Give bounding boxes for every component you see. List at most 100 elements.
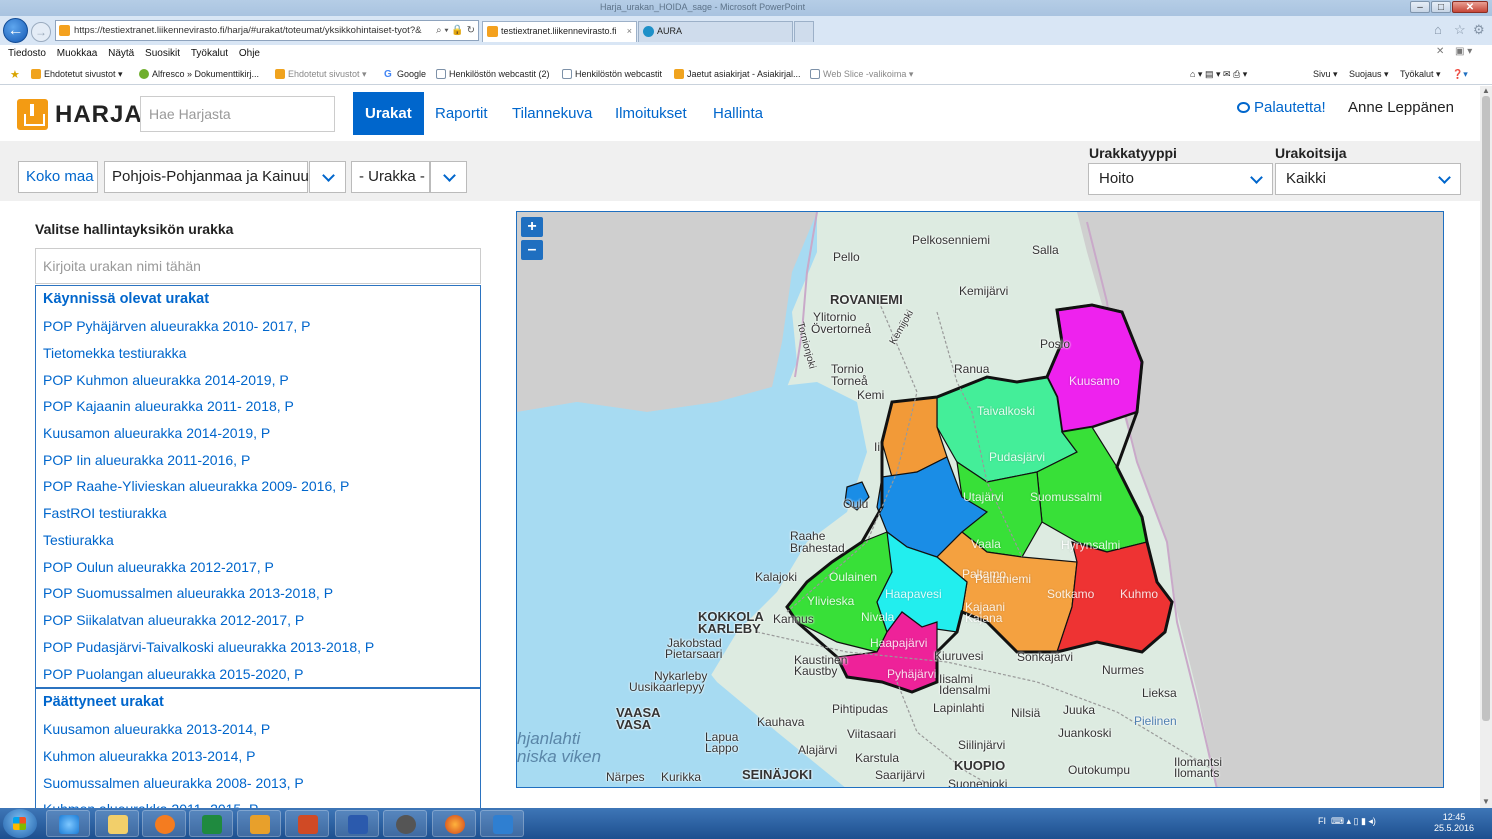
urakka-selector[interactable]: - Urakka -: [351, 161, 430, 193]
taskbar-explorer-icon[interactable]: [95, 810, 139, 837]
list-item[interactable]: POP Oulun alueurakka 2012-2017, P: [43, 559, 274, 575]
list-item[interactable]: Testiurakka: [43, 532, 114, 548]
list-item[interactable]: Suomussalmen alueurakka 2008- 2013, P: [43, 775, 304, 791]
map-label: Kajana: [965, 611, 1003, 625]
settings-gear-icon[interactable]: ⚙: [1473, 22, 1485, 38]
taskbar-firefox-icon[interactable]: [432, 810, 476, 837]
zoom-in-button[interactable]: +: [521, 217, 543, 237]
menu-file[interactable]: Tiedosto: [8, 45, 46, 62]
home-toolbar-icon[interactable]: ⌂ ▾ ▤ ▾ ✉ ⎙ ▾: [1190, 69, 1247, 80]
start-button-icon[interactable]: [3, 809, 37, 838]
taskbar-lync-icon[interactable]: [480, 810, 524, 837]
nav-tab-raportit[interactable]: Raportit: [423, 92, 500, 135]
urakkatyyppi-select[interactable]: Hoito: [1088, 163, 1273, 195]
running-contracts-header: Käynnissä olevat urakat: [43, 291, 210, 307]
minimize-button[interactable]: –: [1410, 1, 1430, 13]
fav-shared-docs[interactable]: Jaetut asiakirjat - Asiakirjal...: [674, 69, 801, 80]
list-item[interactable]: Kuusamon alueurakka 2014-2019, P: [43, 425, 270, 441]
cmd-safety[interactable]: Suojaus ▾: [1349, 69, 1389, 80]
list-item[interactable]: POP Iin alueurakka 2011-2016, P: [43, 452, 250, 468]
app-header: HARJA Urakat Raportit Tilannekuva Ilmoit…: [0, 86, 1480, 141]
zoom-out-button[interactable]: –: [521, 240, 543, 260]
close-window-button[interactable]: ✕: [1452, 1, 1488, 13]
fav-suggested-sites-2[interactable]: Ehdotetut sivustot ▾: [275, 69, 367, 80]
list-item[interactable]: POP Suomussalmen alueurakka 2013-2018, P: [43, 585, 333, 601]
map-label: Paltaniemi: [975, 572, 1032, 586]
region-selector[interactable]: Pohjois-Pohjanmaa ja Kainuu: [104, 161, 309, 193]
fav-web-slice[interactable]: Web Slice -valikoima ▾: [810, 69, 913, 80]
map-label: Sotkamo: [1047, 587, 1095, 601]
help-icon[interactable]: ❓▾: [1452, 69, 1468, 80]
nav-tab-tilannekuva[interactable]: Tilannekuva: [500, 92, 604, 135]
urakka-chevron-down-icon[interactable]: [430, 161, 467, 193]
taskbar-word-icon[interactable]: [335, 810, 379, 837]
nav-tab-hallinta[interactable]: Hallinta: [701, 92, 775, 135]
urakoitsija-select[interactable]: Kaikki: [1275, 163, 1461, 195]
list-item[interactable]: Kuusamon alueurakka 2013-2014, P: [43, 721, 270, 737]
maximize-button[interactable]: □: [1431, 1, 1451, 13]
cmd-page[interactable]: Sivu ▾: [1313, 69, 1338, 80]
list-item[interactable]: POP Pudasjärvi-Taivalkoski alueurakka 20…: [43, 639, 374, 655]
map-view[interactable]: + – Pelkosenniemi Salla Pello ROVANIEMI …: [516, 211, 1444, 788]
taskbar-app-icon[interactable]: [383, 810, 427, 837]
favorites-star-icon[interactable]: ★: [10, 68, 20, 81]
cmd-tools[interactable]: Työkalut ▾: [1400, 69, 1441, 80]
fav-webcasts[interactable]: Henkilöstön webcastit: [562, 69, 662, 80]
harja-logo-text[interactable]: HARJA: [55, 101, 143, 129]
forward-button[interactable]: →: [31, 22, 51, 42]
fav-alfresco[interactable]: Alfresco » Dokumenttikirj...: [139, 69, 259, 80]
taskbar-media-icon[interactable]: [142, 810, 186, 837]
scrollbar-thumb[interactable]: [1482, 96, 1490, 721]
map-label: Oulu: [843, 497, 869, 511]
list-item[interactable]: Kuhmon alueurakka 2013-2014, P: [43, 748, 255, 764]
list-item[interactable]: Tietomekka testiurakka: [43, 345, 186, 361]
list-item[interactable]: FastROI testiurakka: [43, 505, 167, 521]
region-chevron-down-icon[interactable]: [309, 161, 346, 193]
home-icon[interactable]: ⌂: [1434, 22, 1442, 37]
taskbar-outlook-icon[interactable]: [237, 810, 281, 837]
scroll-up-icon[interactable]: ▲: [1482, 86, 1490, 95]
harja-logo-icon[interactable]: [17, 99, 48, 130]
nav-tab-urakat[interactable]: Urakat: [353, 92, 424, 135]
system-tray[interactable]: FI ⌨ ▴ ▯ ▮ ◂): [1318, 816, 1376, 827]
fav-webcasts-2[interactable]: Henkilöstön webcastit (2): [436, 69, 550, 80]
nav-tab-ilmoitukset[interactable]: Ilmoitukset: [603, 92, 699, 135]
ended-contracts-group: Päättyneet urakat Kuusamon alueurakka 20…: [35, 688, 481, 818]
menu-favorites[interactable]: Suosikit: [145, 45, 180, 62]
list-item[interactable]: POP Kajaanin alueurakka 2011- 2018, P: [43, 398, 294, 414]
back-button[interactable]: ←: [3, 18, 28, 43]
list-item[interactable]: POP Kuhmon alueurakka 2014-2019, P: [43, 372, 289, 388]
menu-help[interactable]: Ohje: [239, 45, 260, 62]
taskbar-clock[interactable]: 12:45 25.5.2016: [1434, 812, 1474, 834]
list-item[interactable]: POP Pyhäjärven alueurakka 2010- 2017, P: [43, 318, 310, 334]
favorites-star-icon[interactable]: ☆: [1454, 22, 1466, 38]
web-slice-icon: [810, 69, 820, 79]
fav-google[interactable]: G Google: [384, 69, 426, 80]
taskbar-ie-icon[interactable]: [46, 810, 90, 837]
scroll-down-icon[interactable]: ▼: [1482, 797, 1490, 806]
menu-tools[interactable]: Työkalut: [191, 45, 228, 62]
harja-search-input[interactable]: [140, 96, 335, 132]
map-label: Suomussalmi: [1030, 490, 1103, 504]
urakka-search-input[interactable]: [35, 248, 481, 284]
list-item[interactable]: POP Siikalatvan alueurakka 2012-2017, P: [43, 612, 304, 628]
fav-suggested-sites[interactable]: Ehdotetut sivustot ▾: [31, 69, 123, 80]
menu-view[interactable]: Näytä: [108, 45, 134, 62]
convert-icon[interactable]: ▣ ▾: [1455, 46, 1472, 57]
list-item[interactable]: POP Puolangan alueurakka 2015-2020, P: [43, 666, 304, 682]
address-controls-icon[interactable]: ⌕ ▾ 🔒 ↻: [433, 21, 475, 40]
taskbar-powerpoint-icon[interactable]: [285, 810, 329, 837]
close-tab-icon[interactable]: ×: [627, 22, 632, 41]
taskbar-excel-icon[interactable]: [189, 810, 233, 837]
new-tab-button[interactable]: [794, 21, 814, 42]
menu-edit[interactable]: Muokkaa: [57, 45, 98, 62]
koko-maa-button[interactable]: Koko maa: [18, 161, 98, 193]
address-bar[interactable]: https://testiextranet.liikennevirasto.fi…: [55, 20, 479, 41]
close-menu-icon[interactable]: ✕: [1436, 46, 1444, 57]
list-item[interactable]: POP Raahe-Ylivieskan alueurakka 2009- 20…: [43, 478, 349, 494]
page-scrollbar[interactable]: ▲ ▼: [1480, 86, 1492, 808]
browser-tab-aura[interactable]: AURA: [638, 21, 793, 42]
user-name[interactable]: Anne Leppänen: [1348, 99, 1454, 116]
feedback-link[interactable]: Palautetta!: [1237, 99, 1326, 116]
browser-tab-harja[interactable]: testiextranet.liikennevirasto.fi ×: [482, 21, 637, 42]
